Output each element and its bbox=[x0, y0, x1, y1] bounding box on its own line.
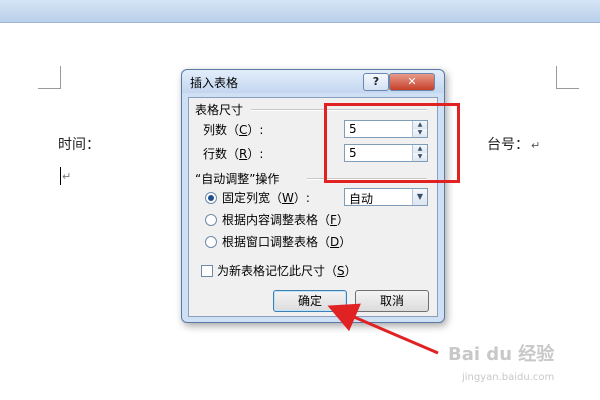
watermark-brand: Bai du 经验 bbox=[448, 344, 555, 365]
watermark-url: jingyan.baidu.com bbox=[462, 372, 555, 383]
